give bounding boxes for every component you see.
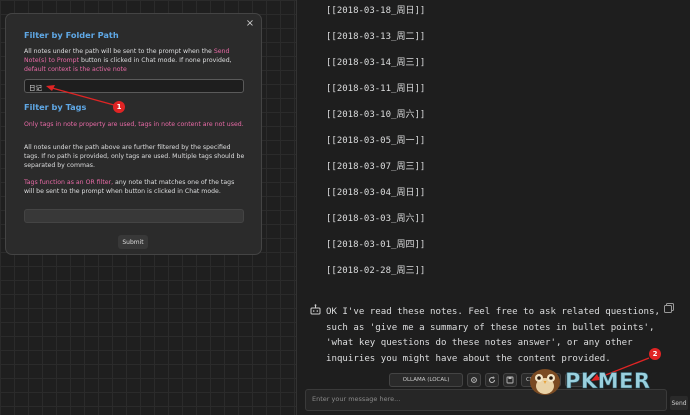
note-link[interactable]: [[2018-02-28_周三]] bbox=[326, 263, 425, 289]
submit-button[interactable]: Submit bbox=[118, 235, 148, 249]
note-link[interactable]: [[2018-03-18_周日]] bbox=[326, 3, 425, 29]
folder-path-input[interactable]: 日记 bbox=[24, 79, 244, 93]
highlight-text: default context is the active note bbox=[24, 65, 127, 73]
folder-path-title: Filter by Folder Path bbox=[24, 30, 119, 40]
chat-panel: [[2018-03-18_周日]] [[2018-03-13_周二]] [[2018… bbox=[297, 0, 690, 415]
note-link[interactable]: [[2018-03-11_周日]] bbox=[326, 81, 425, 107]
or-filter-description: Tags function as an OR filter, any note … bbox=[24, 179, 246, 197]
annotation-badge-2: 2 bbox=[649, 348, 661, 360]
note-link[interactable]: [[2018-03-10_周六]] bbox=[326, 107, 425, 133]
note-link[interactable]: [[2018-03-04_周日]] bbox=[326, 185, 425, 211]
bot-message: OK I've read these notes. Feel free to a… bbox=[326, 307, 660, 364]
refresh-button[interactable] bbox=[485, 373, 499, 387]
highlight-text: Tags function as an OR filter, bbox=[24, 179, 114, 186]
bot-icon bbox=[310, 304, 321, 315]
settings-button[interactable] bbox=[467, 373, 481, 387]
plain-text: button is clicked in Chat mode. If none … bbox=[79, 56, 232, 64]
filter-modal: × Filter by Folder Path All notes under … bbox=[5, 13, 262, 255]
note-link[interactable]: [[2018-03-05_周一]] bbox=[326, 133, 425, 159]
note-link[interactable]: [[2018-03-01_周四]] bbox=[326, 237, 425, 263]
note-link[interactable]: [[2018-03-03_周六]] bbox=[326, 211, 425, 237]
close-icon[interactable]: × bbox=[245, 17, 255, 29]
send-button[interactable]: Send bbox=[670, 396, 688, 410]
note-link[interactable]: [[2018-03-07_周三]] bbox=[326, 159, 425, 185]
tags-description: All notes under the path above are furth… bbox=[24, 144, 245, 169]
gear-icon bbox=[471, 377, 477, 383]
save-button[interactable] bbox=[503, 373, 517, 387]
note-link[interactable]: [[2018-03-13_周二]] bbox=[326, 29, 425, 55]
note-link[interactable]: [[2018-03-14_周三]] bbox=[326, 55, 425, 81]
refresh-icon bbox=[489, 376, 495, 383]
model-select[interactable]: OLLAMA (LOCAL) bbox=[389, 373, 463, 387]
owl-icon bbox=[530, 369, 560, 395]
tags-warning: Only tags in note property are used, tag… bbox=[24, 121, 244, 128]
plain-text: All notes under the path will be sent to… bbox=[24, 48, 214, 55]
annotation-badge-1: 1 bbox=[113, 101, 125, 113]
tags-title: Filter by Tags bbox=[24, 102, 87, 112]
save-icon bbox=[506, 376, 514, 384]
note-link-list: [[2018-03-18_周日]] [[2018-03-13_周二]] [[2018… bbox=[326, 3, 425, 289]
tags-input[interactable] bbox=[24, 209, 244, 223]
pkmer-watermark-text: PKMER bbox=[565, 369, 651, 394]
pkmer-logo: PKMER bbox=[528, 366, 651, 396]
folder-path-description: All notes under the path will be sent to… bbox=[24, 48, 246, 74]
